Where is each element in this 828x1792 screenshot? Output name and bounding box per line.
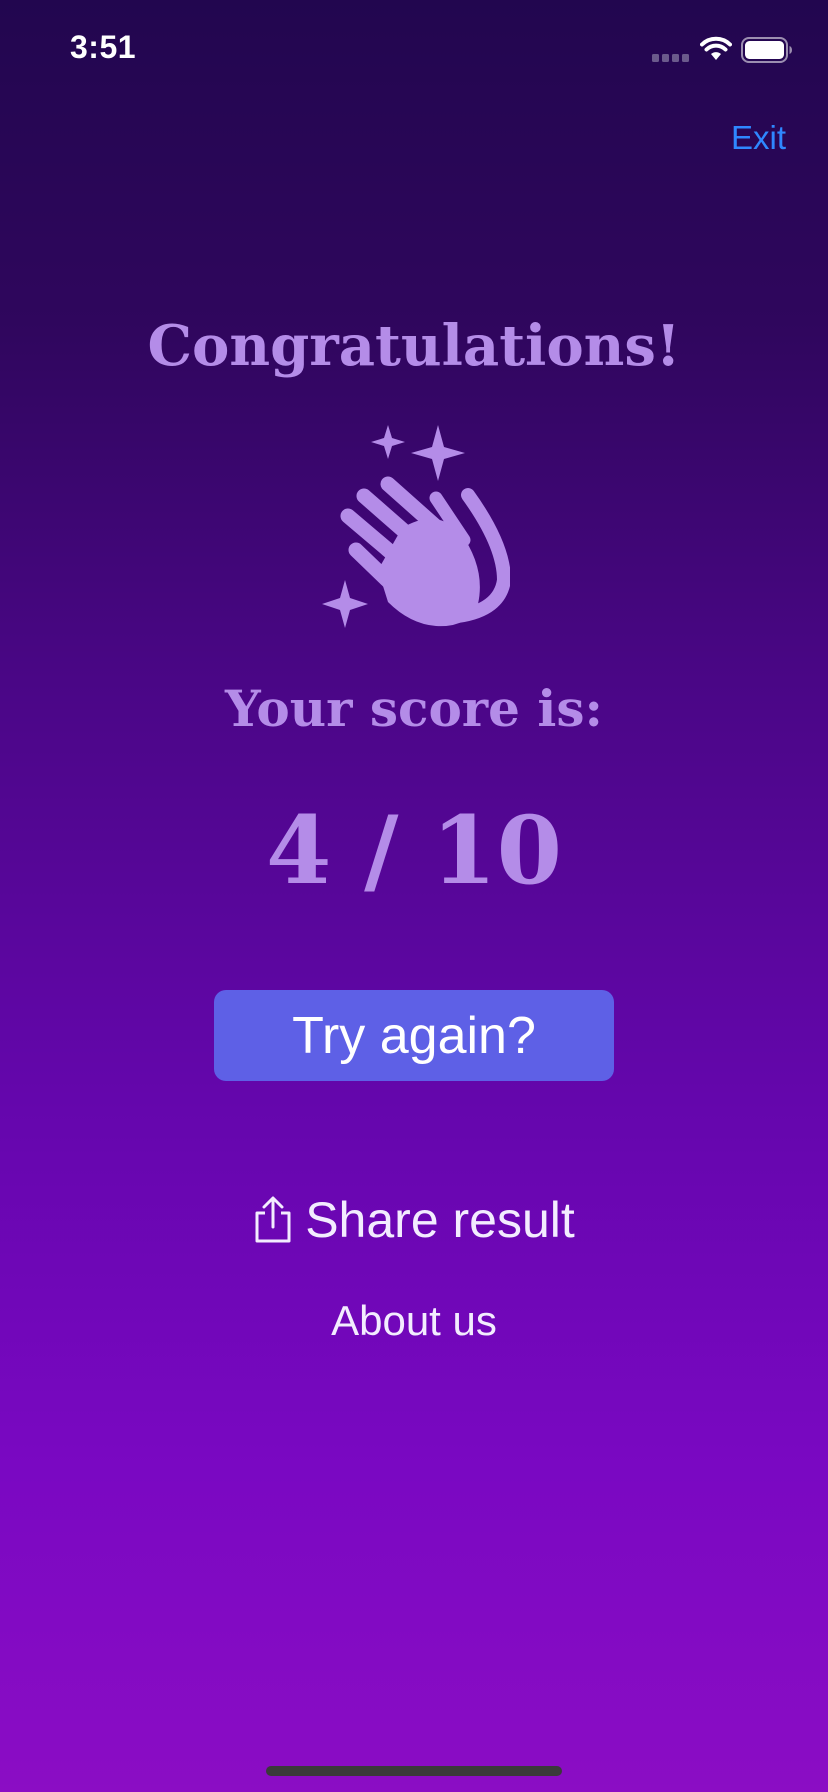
exit-button[interactable]: Exit (731, 119, 786, 157)
share-result-button[interactable]: Share result (0, 1185, 828, 1255)
score-label: Your score is: (225, 679, 603, 738)
status-bar: 3:51 (0, 0, 828, 100)
status-time: 3:51 (70, 29, 137, 65)
wifi-icon (700, 36, 732, 60)
clapping-hands-icon (322, 425, 510, 628)
home-indicator[interactable] (266, 1766, 562, 1776)
about-us-link[interactable]: About us (0, 1296, 828, 1346)
congratulations-heading: Congratulations! (147, 313, 681, 379)
share-icon (255, 1196, 291, 1243)
score-value: 4 / 10 (266, 796, 562, 906)
try-again-button[interactable]: Try again? (214, 990, 614, 1081)
share-result-label: Share result (305, 1192, 575, 1248)
cellular-signal-icon (652, 54, 689, 62)
battery-icon (741, 37, 792, 63)
